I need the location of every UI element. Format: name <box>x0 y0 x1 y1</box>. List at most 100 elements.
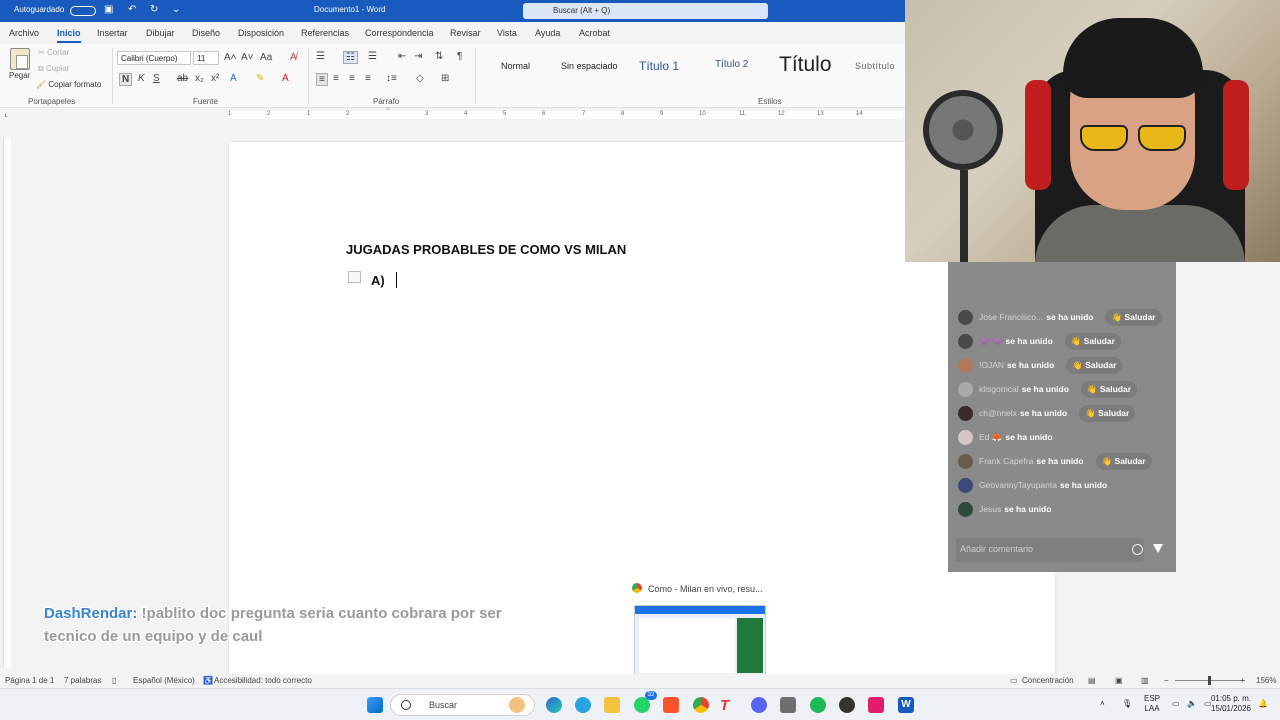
network-icon[interactable]: ▭ <box>1172 699 1180 709</box>
bold-icon[interactable]: N <box>119 73 133 86</box>
chat-username[interactable]: !OJAN <box>979 360 1004 370</box>
brave-icon[interactable] <box>663 697 679 713</box>
copy-button[interactable]: ⧉ Copiar <box>38 64 70 74</box>
list-format-icon[interactable] <box>348 271 361 283</box>
autosave-toggle[interactable] <box>70 6 96 16</box>
chat-username[interactable]: Jose Francisco... <box>979 312 1043 322</box>
cut-button[interactable]: ✂ Cortar <box>38 48 69 57</box>
telegram-icon[interactable] <box>575 697 591 713</box>
document-heading[interactable]: JUGADAS PROBABLES DE COMO VS MILAN <box>346 242 626 257</box>
align-center-icon[interactable]: ≡ <box>333 73 339 84</box>
tab-referencias[interactable]: Referencias <box>301 28 349 38</box>
font-name-select[interactable]: Calibri (Cuerpo) <box>117 51 191 65</box>
document-list-item[interactable]: A) <box>371 273 385 288</box>
style-heading-2[interactable]: Título 2 <box>715 59 748 87</box>
spotify-icon[interactable] <box>810 697 826 713</box>
calculator-icon[interactable] <box>780 697 796 713</box>
format-painter-button[interactable]: 🖌 Copiar formato <box>36 80 101 89</box>
tab-ayuda[interactable]: Ayuda <box>535 28 560 38</box>
underline-icon[interactable]: S <box>153 73 160 84</box>
zoom-slider-thumb[interactable] <box>1208 676 1211 685</box>
search-highlight-icon[interactable] <box>509 697 525 713</box>
justify-icon[interactable]: ≡ <box>365 73 371 84</box>
tab-disposicion[interactable]: Disposición <box>238 28 284 38</box>
windows-start-icon[interactable] <box>367 697 383 713</box>
save-icon[interactable]: ▣ <box>104 4 113 15</box>
chat-username[interactable]: Jesus <box>979 504 1001 514</box>
strikethrough-icon[interactable]: ab <box>177 73 188 84</box>
word-icon[interactable]: W <box>898 697 914 713</box>
highlight-icon[interactable]: ✎ <box>256 73 264 84</box>
borders-icon[interactable]: ⊞ <box>441 73 449 84</box>
accessibility-status[interactable]: Accesibilidad: todo correcto <box>214 676 312 685</box>
tab-correspondencia[interactable]: Correspondencia <box>365 28 434 38</box>
shrink-font-icon[interactable]: A˅ <box>241 52 254 63</box>
greet-button[interactable]: 👋 Saludar <box>1095 452 1152 470</box>
text-effects-icon[interactable]: A <box>230 73 237 84</box>
chrome-icon[interactable] <box>693 697 709 713</box>
input-language[interactable]: ESP LAA <box>1144 694 1160 714</box>
clear-format-icon[interactable]: A̸ <box>290 52 297 63</box>
greet-button[interactable]: 👋 Saludar <box>1105 308 1162 326</box>
chat-username[interactable]: ch@nnelx <box>979 408 1017 418</box>
discord-icon[interactable] <box>751 697 767 713</box>
zoom-in-icon[interactable]: + <box>1240 676 1245 685</box>
tab-diseno[interactable]: Diseño <box>192 28 220 38</box>
subscript-icon[interactable]: x₂ <box>195 73 204 84</box>
style-title[interactable]: Título <box>779 53 832 81</box>
edge-icon[interactable] <box>546 697 562 713</box>
font-size-select[interactable]: 11 <box>193 51 219 65</box>
print-layout-icon[interactable]: ▣ <box>1115 676 1123 685</box>
font-color-icon[interactable]: A <box>282 73 289 84</box>
taskbar-preview-title[interactable]: Como - Milan en vivo, resu... <box>632 583 763 594</box>
sort-icon[interactable]: ⇅ <box>435 51 443 62</box>
word-count[interactable]: 7 palabras <box>64 676 101 685</box>
chat-username[interactable]: Ed 🦊 <box>979 432 1002 443</box>
web-layout-icon[interactable]: ▥ <box>1141 676 1149 685</box>
tab-vista[interactable]: Vista <box>497 28 517 38</box>
tray-chevron-icon[interactable]: ˄ <box>1100 699 1105 709</box>
greet-button[interactable]: 👋 Saludar <box>1079 404 1136 422</box>
multilevel-list-icon[interactable]: ☰ <box>368 51 377 62</box>
undo-icon[interactable]: ↶ <box>128 4 136 15</box>
paste-icon[interactable] <box>10 48 30 70</box>
tab-dibujar[interactable]: Dibujar <box>146 28 175 38</box>
decrease-indent-icon[interactable]: ⇤ <box>398 51 406 62</box>
zoom-level[interactable]: 156% <box>1256 676 1276 685</box>
style-normal[interactable]: Normal <box>501 61 530 89</box>
focus-mode[interactable]: Concentración <box>1022 676 1074 685</box>
search-box[interactable]: Buscar (Alt + Q) <box>523 3 768 19</box>
speaker-icon[interactable]: 🔈 <box>1187 699 1197 709</box>
read-mode-icon[interactable]: ▤ <box>1088 676 1096 685</box>
show-marks-icon[interactable]: ¶ <box>457 51 462 62</box>
proofing-icon[interactable]: ▯ <box>112 676 116 685</box>
align-right-icon[interactable]: ≡ <box>349 73 355 84</box>
style-no-spacing[interactable]: Sin espaciado <box>561 61 618 89</box>
indent-marker-icon[interactable]: ⌂ <box>386 106 390 112</box>
tab-acrobat[interactable]: Acrobat <box>579 28 610 38</box>
shading-icon[interactable]: ◇ <box>416 73 424 84</box>
tab-insertar[interactable]: Insertar <box>97 28 128 38</box>
italic-icon[interactable]: K <box>138 73 145 84</box>
emoji-icon[interactable] <box>1132 544 1143 555</box>
customize-icon[interactable]: ⌄ <box>172 4 180 15</box>
redo-icon[interactable]: ↻ <box>150 4 158 15</box>
chat-username[interactable]: Frank Capefra <box>979 456 1033 466</box>
filter-icon[interactable] <box>1153 544 1163 553</box>
chat-username[interactable]: klisgomcal <box>979 384 1019 394</box>
tab-selector-icon[interactable]: ˪ <box>5 110 8 119</box>
notification-bell-icon[interactable]: 🔔 <box>1258 699 1268 709</box>
line-spacing-icon[interactable]: ↕≡ <box>386 73 397 84</box>
tab-inicio[interactable]: Inicio <box>57 28 81 43</box>
tiktok-icon[interactable] <box>868 697 884 713</box>
language-status[interactable]: Español (México) <box>133 676 195 685</box>
tab-revisar[interactable]: Revisar <box>450 28 481 38</box>
typora-icon[interactable]: T <box>720 697 736 714</box>
greet-button[interactable]: 👋 Saludar <box>1064 332 1121 350</box>
comment-input[interactable]: Añadir comentario <box>956 538 1144 562</box>
style-heading-1[interactable]: Título 1 <box>639 59 679 87</box>
chat-username[interactable]: GeovannyTayupanta <box>979 480 1057 490</box>
bullets-icon[interactable]: ☰ <box>316 51 325 62</box>
style-subtitle[interactable]: Subtítulo <box>855 61 895 89</box>
increase-indent-icon[interactable]: ⇥ <box>414 51 422 62</box>
